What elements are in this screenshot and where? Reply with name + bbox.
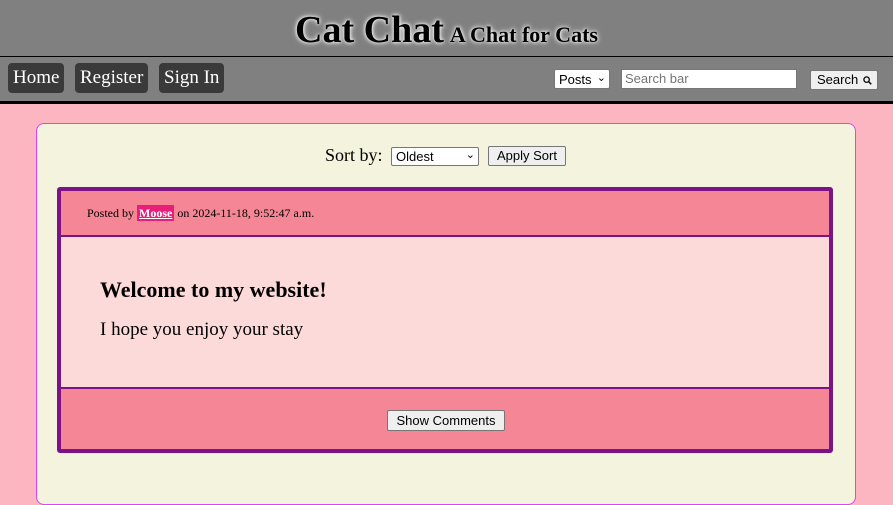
search-input[interactable]: Search bar [621,69,797,89]
site-subtitle: A Chat for Cats [449,22,598,47]
sort-select-value: Oldest [396,149,434,164]
post-header: Posted by Moose on 2024-11-18, 9:52:47 a… [61,191,829,237]
nav-sign-in-button[interactable]: Sign In [159,63,225,93]
chevron-down-icon: ⌄ [596,72,606,84]
chevron-down-icon: ⌄ [465,149,475,161]
search-button-label: Search [817,72,859,87]
posted-by-label: Posted by [87,206,135,220]
posts-panel: Sort by: Oldest ⌄ Apply Sort Posted by M… [36,123,856,505]
post-title: Welcome to my website! [100,277,327,302]
search-icon [863,76,872,85]
post-card: Posted by Moose on 2024-11-18, 9:52:47 a… [57,187,833,453]
sort-label: Sort by: [325,145,383,165]
nav-register-button[interactable]: Register [75,63,149,93]
site-title: Cat Chat A Chat for Cats [0,8,893,52]
sort-select[interactable]: Oldest ⌄ [391,147,479,166]
search-type-select[interactable]: Posts ⌄ [554,69,610,89]
post-timestamp: on 2024-11-18, 9:52:47 a.m. [177,206,315,220]
post-body: Welcome to my website! I hope you enjoy … [61,237,829,387]
apply-sort-button[interactable]: Apply Sort [488,146,566,166]
site-header: Cat Chat A Chat for Cats [0,0,893,57]
author-link[interactable]: Moose [137,205,175,221]
nav-home-button[interactable]: Home [8,63,65,93]
show-comments-button[interactable]: Show Comments [387,410,505,431]
search-button[interactable]: Search [810,70,878,90]
post-text: I hope you enjoy your stay [100,319,304,340]
navbar: Home Register Sign In Posts ⌄ Search bar… [0,57,893,104]
post-footer: Show Comments [61,387,829,449]
search-type-value: Posts [559,72,592,87]
site-title-main: Cat Chat [295,9,444,51]
